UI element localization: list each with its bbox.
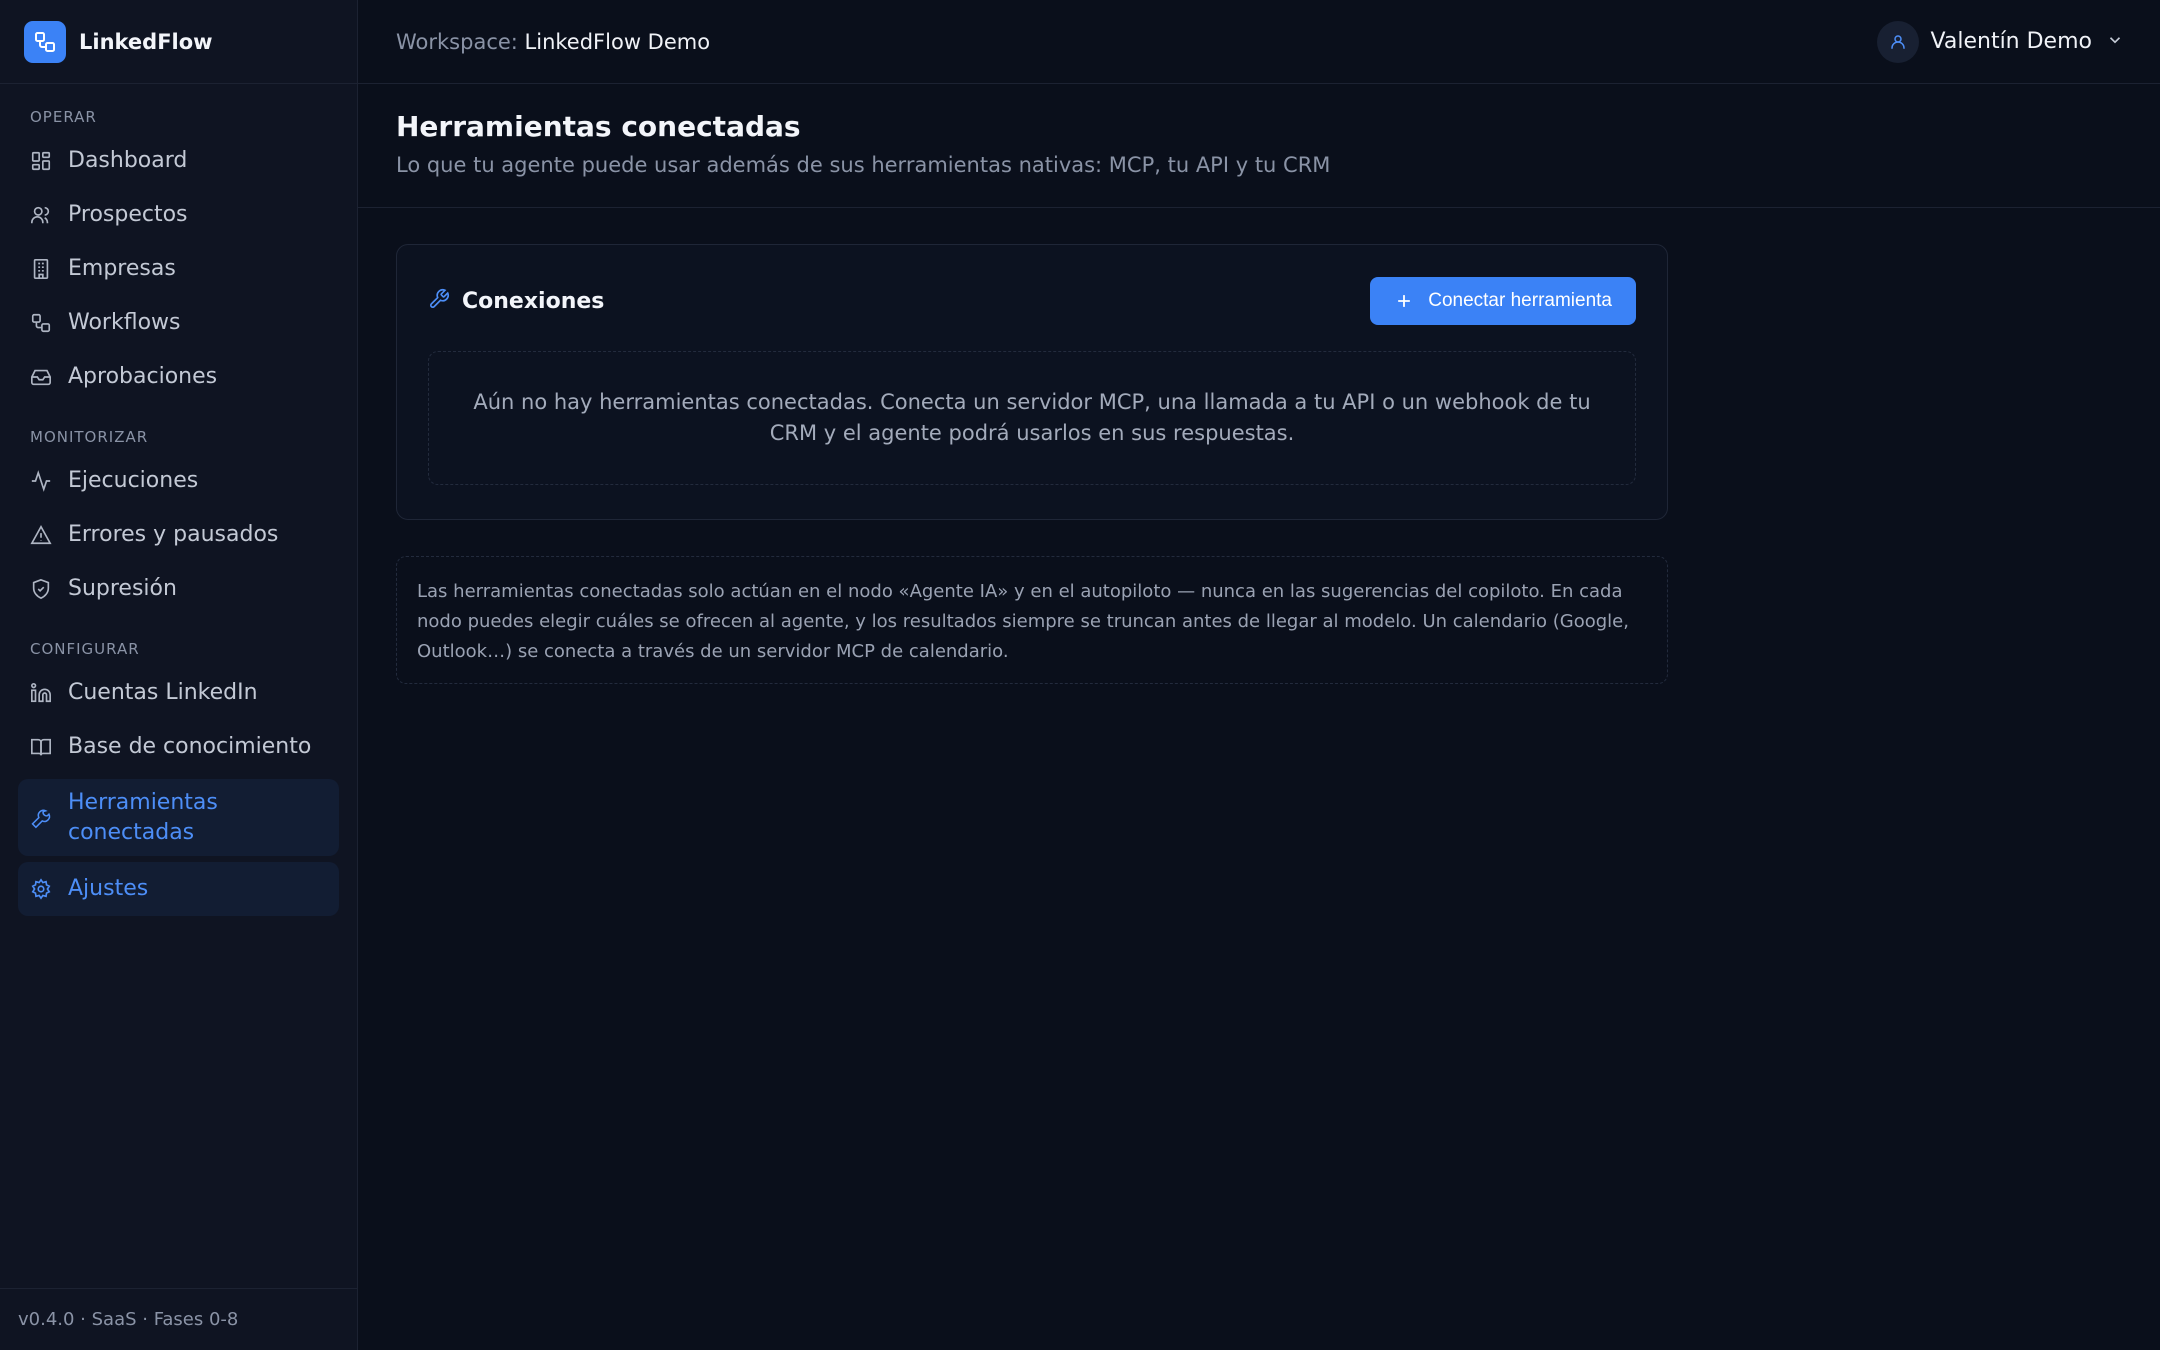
- sidebar-item-ajustes[interactable]: Ajustes: [18, 862, 339, 916]
- workspace-indicator[interactable]: Workspace: LinkedFlow Demo: [396, 30, 710, 54]
- inbox-icon: [30, 366, 52, 388]
- connections-card: Conexiones Conectar herramienta Aún no h…: [396, 244, 1668, 520]
- sidebar-item-label: Herramientas conectadas: [68, 789, 218, 845]
- info-note: Las herramientas conectadas solo actúan …: [396, 556, 1668, 684]
- user-name: Valentín Demo: [1930, 29, 2092, 54]
- sidebar-item-label: Workflows: [68, 310, 181, 335]
- user-icon: [1890, 34, 1905, 49]
- sidebar: LinkedFlow OPERAR Dashboard Prospectos E…: [0, 0, 358, 1350]
- sidebar-item-label: Dashboard: [68, 148, 188, 173]
- topbar: Workspace: LinkedFlow Demo Valentín Demo: [358, 0, 2160, 84]
- users-icon: [30, 204, 52, 226]
- connections-title: Conexiones: [462, 288, 605, 314]
- connect-tool-button-label: Conectar herramienta: [1428, 290, 1612, 311]
- page-title: Herramientas conectadas: [396, 110, 801, 143]
- sidebar-item-aprobaciones[interactable]: Aprobaciones: [18, 350, 339, 404]
- linkedin-icon: [30, 682, 52, 704]
- sidebar-item-label: Supresión: [68, 576, 177, 601]
- info-note-text: Las herramientas conectadas solo actúan …: [417, 581, 1629, 662]
- workflow-icon: [30, 312, 52, 334]
- shield-icon: [30, 578, 52, 600]
- empty-state: Aún no hay herramientas conectadas. Cone…: [428, 351, 1636, 485]
- sidebar-item-errores[interactable]: Errores y pausados: [18, 508, 339, 562]
- empty-state-text: Aún no hay herramientas conectadas. Cone…: [473, 390, 1591, 445]
- sidebar-item-herramientas[interactable]: Herramientas conectadas: [18, 779, 339, 856]
- sidebar-item-label: Ejecuciones: [68, 468, 199, 493]
- plus-icon: [1398, 295, 1411, 307]
- sidebar-item-dashboard[interactable]: Dashboard: [18, 134, 339, 188]
- workspace-label: Workspace:: [396, 29, 518, 54]
- book-icon: [30, 736, 52, 758]
- brand-name: LinkedFlow: [79, 29, 213, 54]
- building-icon: [30, 258, 52, 280]
- sidebar-item-label: Ajustes: [68, 876, 149, 901]
- workspace-name: LinkedFlow Demo: [524, 29, 711, 54]
- section-label-monitorizar: MONITORIZAR: [30, 428, 149, 446]
- main-content: Workspace: LinkedFlow Demo Valentín Demo…: [358, 0, 2160, 1350]
- sidebar-item-label: Cuentas LinkedIn: [68, 680, 258, 705]
- sidebar-item-label: Prospectos: [68, 202, 188, 227]
- sidebar-item-label: Errores y pausados: [68, 522, 279, 547]
- wrench-icon: [30, 807, 52, 829]
- sidebar-item-workflows[interactable]: Workflows: [18, 296, 339, 350]
- section-label-operar: OPERAR: [30, 108, 97, 126]
- gear-icon: [30, 878, 52, 900]
- sidebar-item-label: Base de conocimiento: [68, 734, 312, 759]
- logo-icon: [24, 20, 66, 63]
- warning-icon: [30, 524, 52, 546]
- connections-title-group: Conexiones: [428, 288, 604, 314]
- section-label-configurar: CONFIGURAR: [30, 640, 140, 658]
- sidebar-item-empresas[interactable]: Empresas: [18, 242, 339, 296]
- sidebar-item-cuentas-linkedin[interactable]: Cuentas LinkedIn: [18, 666, 339, 720]
- sidebar-item-label: Aprobaciones: [68, 364, 218, 389]
- sidebar-item-base-conocimiento[interactable]: Base de conocimiento: [18, 720, 339, 774]
- sidebar-item-label: Empresas: [68, 256, 176, 281]
- sidebar-item-ejecuciones[interactable]: Ejecuciones: [18, 454, 339, 508]
- chevron-down-icon: [2106, 31, 2124, 53]
- connect-tool-button[interactable]: Conectar herramienta: [1370, 277, 1636, 325]
- sidebar-item-supresion[interactable]: Supresión: [18, 562, 339, 616]
- page-header: Herramientas conectadas Lo que tu agente…: [358, 84, 2160, 208]
- page-subtitle: Lo que tu agente puede usar además de su…: [396, 153, 1331, 177]
- sidebar-nav: OPERAR Dashboard Prospectos Empresas Wor…: [0, 84, 357, 916]
- brand[interactable]: LinkedFlow: [0, 0, 357, 84]
- connections-card-header: Conexiones Conectar herramienta: [397, 245, 1667, 325]
- activity-icon: [30, 470, 52, 492]
- avatar: [1876, 20, 1919, 63]
- app-version: v0.4.0 · SaaS · Fases 0-8: [0, 1288, 357, 1350]
- wrench-icon: [428, 288, 450, 314]
- user-menu[interactable]: Valentín Demo: [1876, 20, 2124, 63]
- layout-grid-icon: [30, 150, 52, 172]
- sidebar-item-prospectos[interactable]: Prospectos: [18, 188, 339, 242]
